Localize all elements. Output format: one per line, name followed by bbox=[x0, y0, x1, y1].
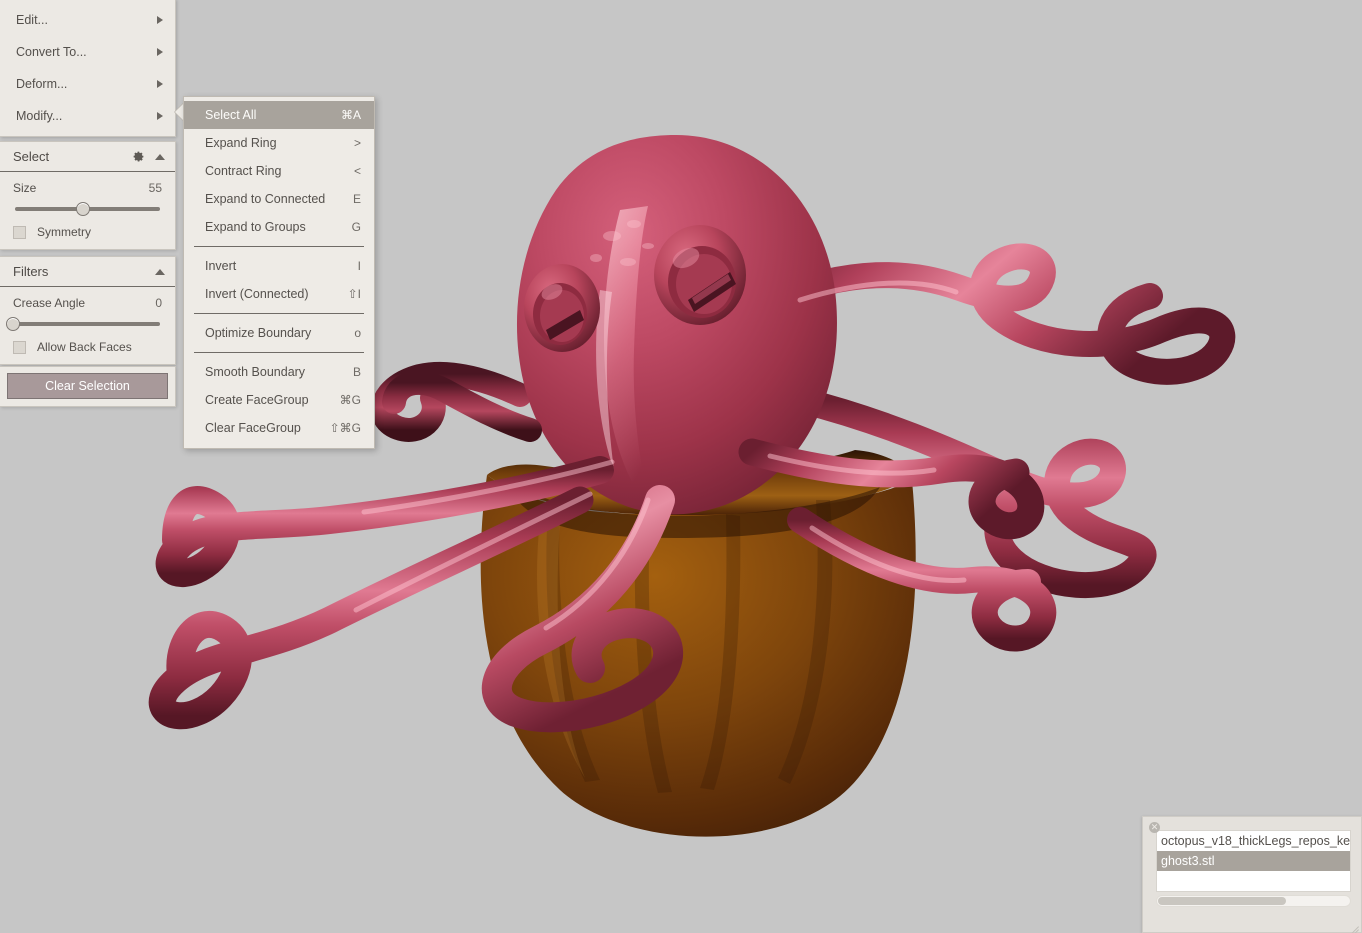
context-menu-item-label: Smooth Boundary bbox=[205, 365, 339, 379]
crease-angle-slider[interactable] bbox=[13, 317, 162, 331]
menu-item-modify[interactable]: Modify... bbox=[0, 100, 175, 132]
symmetry-row[interactable]: Symmetry bbox=[13, 225, 162, 239]
menu-item-convert-to[interactable]: Convert To... bbox=[0, 36, 175, 68]
size-slider[interactable] bbox=[13, 202, 162, 216]
size-value: 55 bbox=[149, 181, 162, 195]
filters-section-title: Filters bbox=[13, 264, 145, 279]
chevron-right-icon bbox=[157, 48, 163, 56]
filters-section-body: Crease Angle 0 Allow Back Faces bbox=[0, 287, 175, 364]
select-section-header[interactable]: Select bbox=[0, 142, 175, 172]
context-menu-item-shortcut: G bbox=[352, 220, 361, 234]
context-menu-item-shortcut: ⇧⌘G bbox=[330, 421, 361, 435]
actions-section: Clear Selection bbox=[0, 366, 176, 407]
context-menu-item-create-facegroup[interactable]: Create FaceGroup ⌘G bbox=[184, 386, 374, 414]
context-menu-item-label: Expand to Connected bbox=[205, 192, 339, 206]
context-menu-item-shortcut: ⌘G bbox=[340, 393, 361, 407]
scrollbar-thumb[interactable] bbox=[1158, 897, 1286, 905]
menu-separator bbox=[194, 313, 364, 314]
menu-item-deform[interactable]: Deform... bbox=[0, 68, 175, 100]
context-menu-item-label: Optimize Boundary bbox=[205, 326, 340, 340]
context-menu-item-shortcut: I bbox=[358, 259, 361, 273]
context-menu-item-expand-to-groups[interactable]: Expand to Groups G bbox=[184, 213, 374, 241]
context-menu-item-expand-to-connected[interactable]: Expand to Connected E bbox=[184, 185, 374, 213]
allow-back-faces-row[interactable]: Allow Back Faces bbox=[13, 340, 162, 354]
context-menu-item-contract-ring[interactable]: Contract Ring < bbox=[184, 157, 374, 185]
file-list-item[interactable]: ghost3.stl bbox=[1157, 851, 1350, 871]
select-section: Select Size 55 Symmetry bbox=[0, 141, 176, 250]
select-section-body: Size 55 Symmetry bbox=[0, 172, 175, 249]
context-menu-item-label: Create FaceGroup bbox=[205, 393, 326, 407]
chevron-right-icon bbox=[157, 80, 163, 88]
context-menu-item-shortcut: ⇧I bbox=[348, 287, 361, 301]
context-menu-item-shortcut: < bbox=[354, 164, 361, 178]
context-menu-item-label: Invert bbox=[205, 259, 344, 273]
context-menu-item-expand-ring[interactable]: Expand Ring > bbox=[184, 129, 374, 157]
menu-item-deform-label: Deform... bbox=[16, 77, 157, 91]
chevron-right-icon bbox=[157, 112, 163, 120]
clear-selection-button[interactable]: Clear Selection bbox=[7, 373, 168, 399]
menu-item-edit-label: Edit... bbox=[16, 13, 157, 27]
menu-item-convert-to-label: Convert To... bbox=[16, 45, 157, 59]
size-label: Size bbox=[13, 181, 149, 195]
allow-back-faces-label: Allow Back Faces bbox=[37, 340, 132, 354]
file-list-panel[interactable]: ✕ octopus_v18_thickLegs_repos_keghost3.s… bbox=[1142, 816, 1362, 933]
context-menu-item-smooth-boundary[interactable]: Smooth Boundary B bbox=[184, 358, 374, 386]
size-slider-knob[interactable] bbox=[76, 202, 90, 216]
file-list-item[interactable] bbox=[1157, 871, 1350, 891]
crease-angle-slider-knob[interactable] bbox=[6, 317, 20, 331]
collapse-triangle-icon[interactable] bbox=[155, 154, 165, 160]
menu-item-modify-label: Modify... bbox=[16, 109, 157, 123]
context-menu-item-shortcut: o bbox=[354, 326, 361, 340]
context-menu-item-shortcut: E bbox=[353, 192, 361, 206]
gear-icon[interactable] bbox=[132, 150, 145, 163]
app-window: Edit... Convert To... Deform... Modify..… bbox=[0, 0, 1362, 933]
context-menu-item-shortcut: > bbox=[354, 136, 361, 150]
context-menu-item-shortcut: B bbox=[353, 365, 361, 379]
symmetry-label: Symmetry bbox=[37, 225, 91, 239]
crease-angle-row: Crease Angle 0 bbox=[13, 296, 162, 310]
context-menu-item-invert[interactable]: Invert I bbox=[184, 252, 374, 280]
chevron-right-icon bbox=[157, 16, 163, 24]
selection-context-menu[interactable]: Select All ⌘AExpand Ring > Contract Ring < Ex… bbox=[183, 96, 375, 449]
context-menu-item-label: Expand to Groups bbox=[205, 220, 338, 234]
context-menu-item-label: Clear FaceGroup bbox=[205, 421, 316, 435]
context-menu-item-invert-connected[interactable]: Invert (Connected) ⇧I bbox=[184, 280, 374, 308]
close-icon[interactable]: ✕ bbox=[1149, 822, 1160, 833]
menu-separator bbox=[194, 352, 364, 353]
context-menu-item-clear-facegroup[interactable]: Clear FaceGroup ⇧⌘G bbox=[184, 414, 374, 442]
context-menu-item-shortcut: ⌘A bbox=[341, 108, 361, 122]
filters-section: Filters Crease Angle 0 Allow Back Faces bbox=[0, 256, 176, 365]
context-menu-item-select-all[interactable]: Select All ⌘A bbox=[184, 101, 374, 129]
allow-back-faces-checkbox[interactable] bbox=[13, 341, 26, 354]
context-menu-item-label: Select All bbox=[205, 108, 327, 122]
resize-handle-icon[interactable] bbox=[1346, 917, 1359, 930]
context-menu-item-optimize-boundary[interactable]: Optimize Boundary o bbox=[184, 319, 374, 347]
collapse-triangle-icon[interactable] bbox=[155, 269, 165, 275]
crease-angle-value: 0 bbox=[155, 296, 162, 310]
menu-separator bbox=[194, 246, 364, 247]
crease-angle-slider-track bbox=[15, 322, 160, 326]
size-row: Size 55 bbox=[13, 181, 162, 195]
tool-dropdown-menu[interactable]: Edit... Convert To... Deform... Modify..… bbox=[0, 0, 176, 137]
file-list-horizontal-scrollbar[interactable] bbox=[1156, 895, 1351, 907]
menu-item-edit[interactable]: Edit... bbox=[0, 4, 175, 36]
filters-section-header[interactable]: Filters bbox=[0, 257, 175, 287]
symmetry-checkbox[interactable] bbox=[13, 226, 26, 239]
crease-angle-label: Crease Angle bbox=[13, 296, 155, 310]
context-menu-item-label: Invert (Connected) bbox=[205, 287, 334, 301]
file-list[interactable]: octopus_v18_thickLegs_repos_keghost3.stl bbox=[1156, 830, 1351, 892]
context-menu-item-label: Contract Ring bbox=[205, 164, 340, 178]
context-menu-item-label: Expand Ring bbox=[205, 136, 340, 150]
select-section-title: Select bbox=[13, 149, 122, 164]
file-list-item[interactable]: octopus_v18_thickLegs_repos_ke bbox=[1157, 831, 1350, 851]
